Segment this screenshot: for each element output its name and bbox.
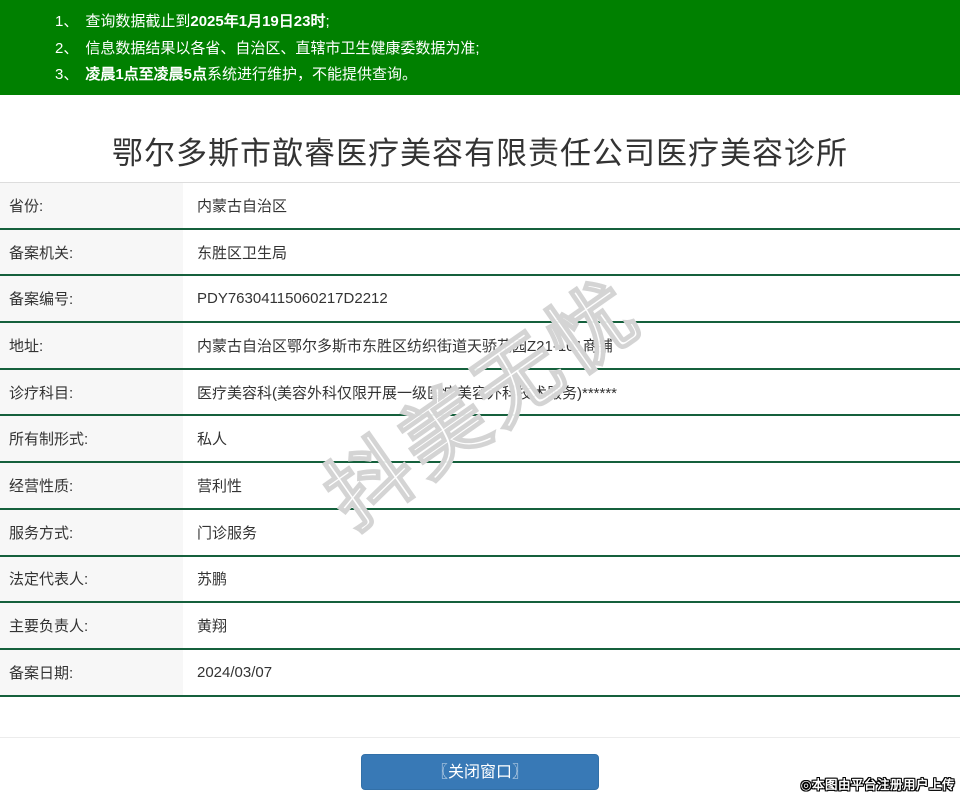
table-row: 服务方式: 门诊服务: [0, 509, 960, 557]
notice-number: 1、: [55, 13, 79, 30]
table-row: 省份: 内蒙古自治区: [0, 183, 960, 230]
notice-line: 3、 凌晨1点至凌晨5点系统进行维护，不能提供查询。: [55, 62, 950, 89]
notice-bar: 1、 查询数据截止到2025年1月19日23时; 2、 信息数据结果以各省、自治区、直…: [0, 0, 960, 95]
notice-text: ;: [325, 13, 330, 30]
table-row: 地址: 内蒙古自治区鄂尔多斯市东胜区纺织街道天骄花园Z21-101商铺: [0, 323, 960, 370]
row-value: 营利性: [197, 477, 243, 495]
row-value: 门诊服务: [197, 524, 258, 542]
row-value: 医疗美容科(美容外科仅限开展一级医疗美容外科技术服务)******: [197, 384, 618, 402]
row-value: 私人: [197, 431, 228, 449]
row-value: 苏鹏: [197, 571, 228, 589]
table-row: 诊疗科目: 医疗美容科(美容外科仅限开展一级医疗美容外科技术服务)******: [0, 369, 960, 417]
notice-line: 2、 信息数据结果以各省、自治区、直辖市卫生健康委数据为准;: [55, 36, 950, 63]
row-value: 黄翔: [197, 618, 228, 636]
row-label: 备案日期:: [0, 649, 183, 695]
row-value: 内蒙古自治区鄂尔多斯市东胜区纺织街道天骄花园Z21-101商铺: [197, 337, 613, 355]
row-value: PDY76304115060217D2212: [197, 290, 388, 308]
table-row: 经营性质: 营利性: [0, 463, 960, 510]
footer-separator: [0, 736, 960, 738]
page-title: 鄂尔多斯市歆睿医疗美容有限责任公司医疗美容诊所: [112, 136, 848, 171]
row-label: 法定代表人:: [0, 556, 183, 602]
row-label: 所有制形式:: [0, 416, 183, 462]
notice-text: 系统进行维护，不能提供查询。: [207, 66, 418, 83]
table-row: 所有制形式: 私人: [0, 416, 960, 464]
close-window-button[interactable]: 〖关闭窗口〗: [361, 753, 599, 790]
row-label: 备案编号:: [0, 276, 183, 322]
row-label: 省份:: [0, 183, 183, 228]
row-label: 经营性质:: [0, 463, 183, 508]
table-row: 主要负责人: 黄翔: [0, 603, 960, 650]
row-label: 诊疗科目:: [0, 369, 183, 415]
row-value: 内蒙古自治区: [197, 197, 288, 215]
table-row: 备案编号: PDY76304115060217D2212: [0, 276, 960, 324]
row-value: 2024/03/07: [197, 663, 273, 681]
notice-number: 2、: [55, 39, 79, 57]
table-row: 备案机关: 东胜区卫生局: [0, 229, 960, 277]
corner-upload-watermark: ◎本图由平台注册用户上传: [800, 778, 955, 792]
notice-text: 2025年1月19日23时: [190, 13, 326, 30]
table-row: 法定代表人: 苏鹏: [0, 556, 960, 604]
row-label: 主要负责人:: [0, 603, 183, 648]
notice-list: 1、 查询数据截止到2025年1月19日23时; 2、 信息数据结果以各省、自治区、直…: [55, 9, 950, 89]
row-value: 东胜区卫生局: [197, 244, 288, 262]
row-label: 备案机关:: [0, 229, 183, 275]
notice-text: 查询数据截止到: [85, 13, 191, 30]
record-table: 省份: 内蒙古自治区 备案机关: 东胜区卫生局 备案编号: PDY763041150602…: [0, 182, 960, 697]
row-label: 服务方式:: [0, 509, 183, 555]
row-label: 地址:: [0, 323, 183, 368]
table-row: 备案日期: 2024/03/07: [0, 649, 960, 697]
notice-number: 3、: [55, 66, 79, 83]
notice-line: 1、 查询数据截止到2025年1月19日23时;: [55, 9, 950, 36]
notice-text: 凌晨1点至凌晨5点: [85, 66, 208, 83]
notice-text: 信息数据结果以各省、自治区、直辖市卫生健康委数据为准;: [85, 39, 480, 57]
